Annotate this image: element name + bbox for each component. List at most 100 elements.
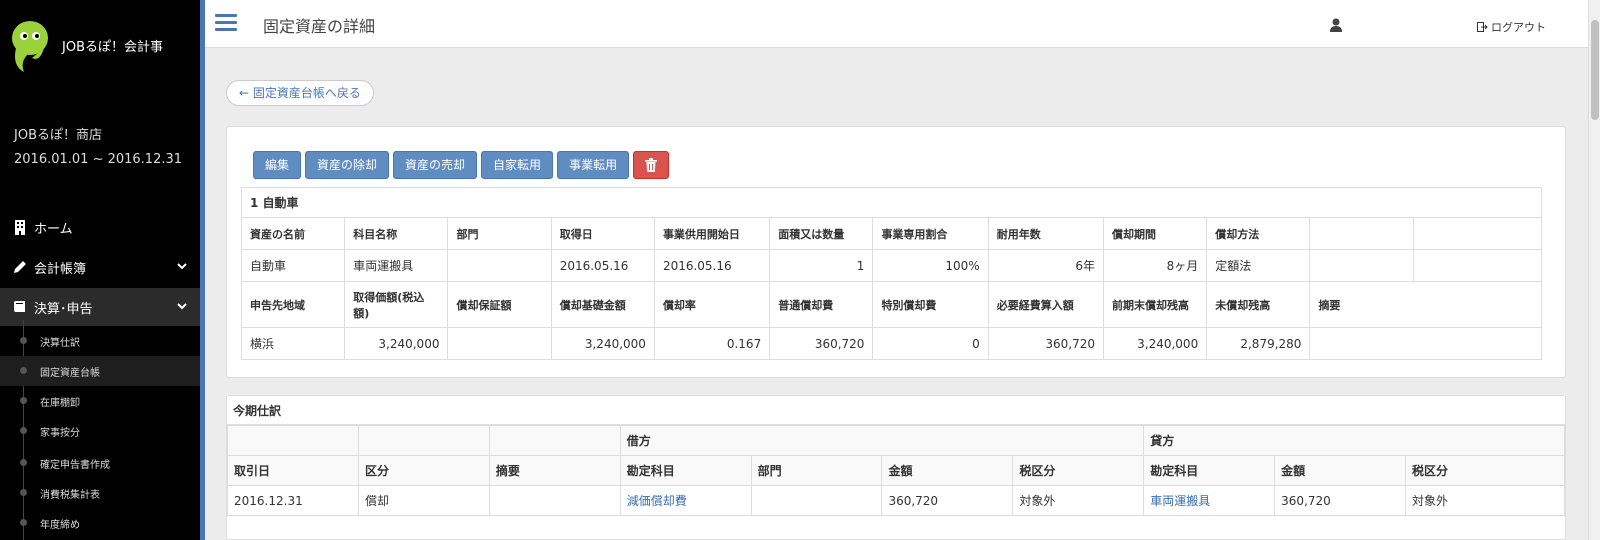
submenu-label: 年度締め — [40, 519, 80, 531]
fiscal-period: 2016.01.01 ~ 2016.12.31 — [14, 152, 183, 167]
logout-icon — [1477, 22, 1488, 32]
submenu-item[interactable]: 確定申告書作成 — [0, 448, 200, 478]
table-header-row: 取引日 区分 摘要 勘定科目 部門 金額 税区分 勘定科目 金額 税区分 — [227, 455, 1565, 486]
column-header: 税区分 — [1405, 455, 1565, 486]
column-header: 資産の名前 — [240, 217, 346, 250]
sidebar-item-label: ホーム — [34, 221, 73, 237]
table-cell: 6年 — [987, 249, 1104, 282]
column-header: 償却基礎金額 — [550, 281, 655, 328]
column-header: 事業供用開始日 — [653, 217, 771, 250]
column-header: 償却期間 — [1102, 217, 1208, 250]
sidebar-item-ledger[interactable]: 会計帳簿 — [0, 248, 200, 286]
top-bar: 固定資産の詳細 ログアウト — [205, 0, 1588, 48]
journal-heading: 今期仕訳 — [233, 404, 282, 418]
table-cell: 360,720 — [987, 327, 1104, 360]
table-cell: 3,240,000 — [1102, 327, 1208, 360]
table-cell: 定額法 — [1206, 249, 1311, 282]
column-header: 取得日 — [550, 217, 655, 250]
trash-icon — [645, 158, 658, 172]
logout-link[interactable]: ログアウト — [1477, 19, 1546, 35]
column-header: 償却率 — [653, 281, 771, 328]
book-icon — [12, 299, 28, 315]
table-cell: 3,240,000 — [344, 327, 449, 360]
page-scrollbar[interactable] — [1588, 0, 1600, 540]
table-cell — [1309, 249, 1414, 282]
column-header — [488, 425, 621, 456]
logout-label: ログアウト — [1491, 21, 1546, 34]
menu-toggle-icon[interactable] — [215, 14, 237, 32]
credit-account-link[interactable]: 車両運搬具 — [1143, 485, 1276, 516]
chevron-down-icon — [177, 263, 187, 270]
bullet-icon — [20, 489, 27, 496]
submenu-item[interactable]: 消費税集計表 — [0, 478, 200, 508]
table-header-row: 借方 貸方 — [227, 425, 1565, 456]
bullet-icon — [20, 427, 27, 434]
sell-asset-button[interactable]: 資産の売却 — [393, 151, 478, 179]
submenu-label: 家事按分 — [40, 427, 80, 439]
table-cell: 2016.05.16 — [550, 249, 655, 282]
column-header — [1309, 217, 1414, 250]
table-cell: 360,720 — [881, 485, 1014, 516]
submenu-label: 消費税集計表 — [40, 489, 100, 501]
delete-button[interactable] — [633, 151, 670, 179]
brand[interactable]: JOBるぽ！会計事 — [10, 14, 200, 84]
table-cell: 360,720 — [769, 327, 874, 360]
submenu-item[interactable]: 年度締め — [0, 508, 200, 538]
submenu-label: 固定資産台帳 — [40, 367, 100, 379]
edit-button[interactable]: 編集 — [253, 151, 302, 179]
debit-account-link[interactable]: 減価償却費 — [619, 485, 752, 516]
sidebar-item-label: 決算･申告 — [34, 301, 93, 317]
submenu-item[interactable]: 決算仕訳 — [0, 326, 200, 356]
user-icon[interactable] — [1330, 18, 1342, 32]
scrollbar-thumb[interactable] — [1591, 20, 1599, 120]
page-title: 固定資産の詳細 — [263, 17, 376, 36]
asset-table: 1 自動車 資産の名前 科目名称 部門 取得日 事業供用開始日 面積又は数量 事… — [240, 187, 1543, 360]
column-header: 事業専用割合 — [872, 217, 989, 250]
submenu-item[interactable]: 家事按分 — [0, 416, 200, 446]
table-cell: 車両運搬具 — [344, 249, 449, 282]
sidebar: JOBるぽ！会計事 JOBるぽ！商店 2016.01.01 ~ 2016.12.… — [0, 0, 205, 540]
column-header: 取得価額(税込額) — [344, 281, 449, 328]
column-header: 税区分 — [1012, 455, 1145, 486]
table-cell: 0 — [872, 327, 989, 360]
chevron-down-icon — [177, 303, 187, 310]
table-cell: 360,720 — [1274, 485, 1407, 516]
column-header: 摘要 — [1309, 281, 1542, 328]
table-header-row: 資産の名前 科目名称 部門 取得日 事業供用開始日 面積又は数量 事業専用割合 … — [240, 217, 1543, 250]
column-header — [1412, 217, 1543, 250]
column-header: 勘定科目 — [1143, 455, 1276, 486]
sidebar-item-closing[interactable]: 決算･申告 — [0, 288, 200, 326]
action-toolbar: 編集 資産の除却 資産の売却 自家転用 事業転用 — [253, 151, 673, 179]
table-cell: 2016.05.16 — [653, 249, 771, 282]
table-row: 自動車 車両運搬具 2016.05.16 2016.05.16 1 100% 6… — [240, 249, 1543, 282]
table-cell — [447, 249, 552, 282]
column-header: 未償却残高 — [1206, 281, 1311, 328]
column-header: 耐用年数 — [987, 217, 1104, 250]
retire-asset-button[interactable]: 資産の除却 — [305, 151, 390, 179]
business-use-button[interactable]: 事業転用 — [557, 151, 630, 179]
sidebar-item-home[interactable]: ホーム — [0, 208, 200, 246]
table-cell: 対象外 — [1405, 485, 1565, 516]
table-cell: 2,879,280 — [1206, 327, 1311, 360]
table-row: 横浜 3,240,000 3,240,000 0.167 360,720 0 3… — [240, 327, 1542, 360]
journal-panel: 今期仕訳 借方 貸方 取引日 区分 摘要 勘定科目 部門 金額 税区分 勘定科目… — [226, 395, 1566, 540]
sidebar-item-label: 会計帳簿 — [34, 261, 87, 277]
submenu-item[interactable]: 在庫棚卸 — [0, 386, 200, 416]
bullet-icon — [20, 459, 27, 466]
column-header: 金額 — [1274, 455, 1407, 486]
bullet-icon — [20, 397, 27, 404]
home-use-button[interactable]: 自家転用 — [481, 151, 554, 179]
table-cell: 対象外 — [1012, 485, 1145, 516]
back-to-asset-ledger-link[interactable]: ← 固定資産台帳へ戻る — [226, 80, 374, 106]
column-header: 前期末償却残高 — [1102, 281, 1208, 328]
table-cell: 償却 — [357, 485, 490, 516]
column-header: 取引日 — [227, 455, 359, 486]
table-cell — [750, 485, 883, 516]
submenu-label: 在庫棚卸 — [40, 397, 80, 409]
asset-heading: 1 自動車 — [241, 187, 1542, 218]
column-header: 償却方法 — [1206, 217, 1311, 250]
table-cell: 0.167 — [653, 327, 771, 360]
asset-detail-panel: 編集 資産の除却 資産の売却 自家転用 事業転用 1 自動車 資産の名前 科目名… — [226, 126, 1566, 378]
column-header: 面積又は数量 — [769, 217, 874, 250]
submenu-item-active[interactable]: 固定資産台帳 — [0, 356, 200, 386]
